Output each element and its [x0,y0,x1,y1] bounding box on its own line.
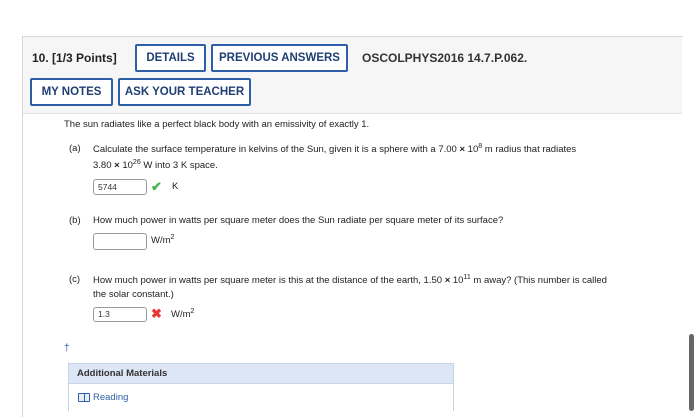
ask-your-teacher-button[interactable]: ASK YOUR TEACHER [118,78,251,106]
part-c-question-line1: How much power in watts per square meter… [93,274,607,287]
part-b-label: (b) [69,215,81,226]
part-c-unit: W/m2 [171,308,195,321]
scrollbar-thumb[interactable] [689,334,694,411]
part-c-answer-input[interactable]: 1.3 [93,307,147,322]
part-b-question: How much power in watts per square meter… [93,215,504,226]
question-points: [1/3 Points] [52,51,117,65]
my-notes-button[interactable]: MY NOTES [30,78,113,106]
part-a-label: (a) [69,143,81,154]
question-code: OSCOLPHYS2016 14.7.P.062. [362,51,528,65]
additional-materials-title: Additional Materials [77,368,168,379]
incorrect-x-icon: ✖ [151,306,162,321]
part-a-question-line2: 3.80 × 1026 W into 3 K space. [93,159,218,172]
book-icon [78,393,90,402]
problem-intro: The sun radiates like a perfect black bo… [64,119,370,130]
correct-check-icon: ✔ [151,179,162,194]
part-a-question-line1: Calculate the surface temperature in kel… [93,143,577,156]
reading-link[interactable]: Reading [93,392,128,403]
part-c-label: (c) [69,274,81,285]
part-a-answer-input[interactable]: 5744 [93,179,147,195]
question-number: 10. [32,51,49,65]
previous-answers-button[interactable]: PREVIOUS ANSWERS [211,44,348,72]
details-button[interactable]: DETAILS [135,44,206,72]
part-b-unit: W/m2 [151,234,175,247]
part-c-question-line2: the solar constant.) [93,289,174,300]
additional-materials-header: Additional Materials [68,363,454,384]
part-b-answer-input[interactable] [93,233,147,250]
additional-materials-list: Reading [68,384,454,411]
question-title: 10. [1/3 Points] [32,51,117,65]
dagger-marker: † [64,343,70,354]
part-a-unit: K [172,181,179,192]
